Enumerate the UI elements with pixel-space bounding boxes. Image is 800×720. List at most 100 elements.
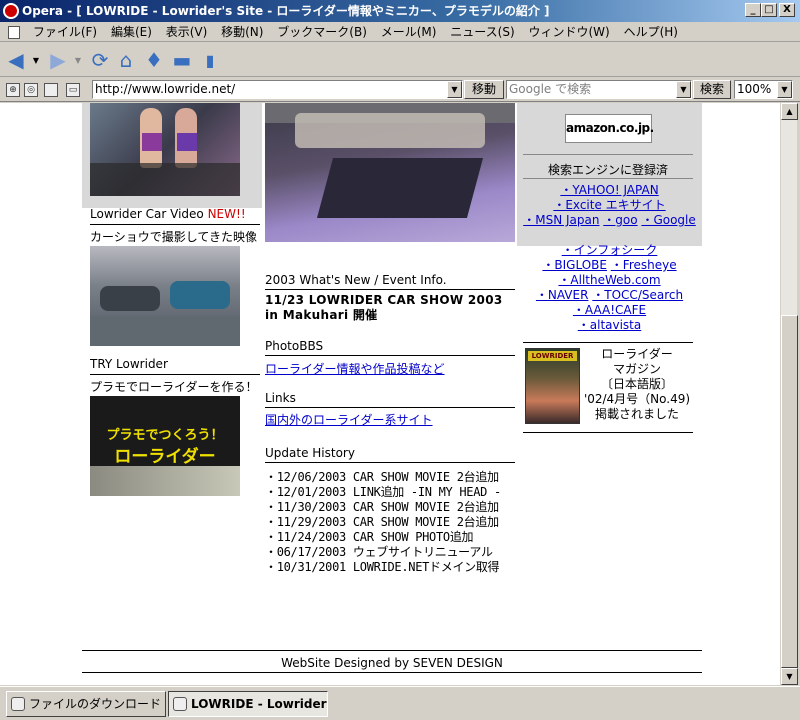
menu-bookmarks[interactable]: ブックマーク(B) <box>272 22 372 42</box>
opera-icon <box>3 3 19 19</box>
lock-icon[interactable]: ⊕ <box>6 83 20 97</box>
goo-link[interactable]: ・goo <box>603 213 637 227</box>
menu-edit[interactable]: 編集(E) <box>106 22 157 42</box>
car-show-photo[interactable] <box>90 103 240 196</box>
menu-bar: ファイル(F) 編集(E) 表示(V) 移動(N) ブックマーク(B) メール(… <box>0 22 800 42</box>
altavista-link[interactable]: ・altavista <box>578 318 642 332</box>
magazine-info: ローライダー マガジン 〔日本語版〕 '02/4月号（No.49) 掲載されまし… <box>582 347 692 422</box>
infoseek-link[interactable]: ・インフォシーク <box>562 243 658 257</box>
window-titlebar: Opera - [ LOWRIDE - Lowrider's Site - ロー… <box>0 0 800 22</box>
page-tab-bar: ファイルのダウンロード LOWRIDE - Lowrider'... <box>0 686 800 720</box>
car-video-thumbnail[interactable] <box>90 246 240 346</box>
divider <box>90 224 260 225</box>
magazine-cover-image[interactable]: LOWRIDER <box>525 348 580 424</box>
search-engine-dropdown-icon[interactable]: ▼ <box>676 81 691 98</box>
active-page-tab[interactable]: LOWRIDE - Lowrider'... <box>168 691 328 717</box>
amazon-logo[interactable]: amazon.co.jp. <box>565 114 654 143</box>
excite-link[interactable]: ・Excite エキサイト <box>553 198 665 212</box>
download-icon <box>11 697 25 711</box>
menu-view[interactable]: 表示(V) <box>161 22 213 42</box>
downloads-tab-label: ファイルのダウンロード <box>29 697 162 711</box>
forward-dropdown-icon[interactable]: ▼ <box>72 48 84 72</box>
scroll-down-icon[interactable]: ▼ <box>781 668 798 685</box>
url-dropdown-icon[interactable]: ▼ <box>447 81 462 98</box>
tocc-link[interactable]: ・TOCC/Search <box>592 288 683 302</box>
print-preview-icon[interactable]: ▭ <box>66 83 80 97</box>
video-heading-text: Lowrider Car Video <box>90 207 204 221</box>
try-heading: TRY Lowrider <box>90 357 168 371</box>
magazine-line: 掲載されました <box>594 407 679 421</box>
photobbs-heading: PhotoBBS <box>265 339 324 353</box>
go-button[interactable]: 移動 <box>464 80 504 99</box>
lowrider-banner-photo <box>265 103 515 242</box>
downloads-tab[interactable]: ファイルのダウンロード <box>6 691 166 717</box>
naver-link[interactable]: ・NAVER <box>536 288 589 302</box>
search-engine-heading: 検索エンジンに登録済 <box>547 163 668 177</box>
msn-link[interactable]: ・MSN Japan <box>523 213 599 227</box>
divider <box>523 178 693 179</box>
new-page-icon[interactable]: ▮ <box>198 48 222 72</box>
try-caption: プラモでローライダーを作る！ <box>90 380 258 394</box>
divider <box>265 355 515 356</box>
scroll-up-icon[interactable]: ▲ <box>781 103 798 120</box>
divider <box>265 407 515 408</box>
reload-icon[interactable]: ⟳ <box>88 48 112 72</box>
navigation-toolbar: ◀ ▼ ▶ ▼ ⟳ ⌂ ♦ ▬ ▮ <box>0 43 800 77</box>
search-input[interactable]: Google で検索 ▼ <box>506 80 692 99</box>
cookie-icon[interactable]: ◎ <box>24 83 38 97</box>
magazine-line: ローライダー <box>601 347 673 361</box>
promo-text-line2: ローライダー <box>114 447 216 467</box>
maximize-button[interactable]: □ <box>761 3 777 17</box>
vertical-scrollbar[interactable]: ▲ ▼ <box>780 103 798 685</box>
close-button[interactable]: X <box>779 3 795 17</box>
aaacafe-link[interactable]: ・AAA!CAFE <box>573 303 646 317</box>
model-kit-promo-image[interactable]: プラモでつくろう！ ローライダー <box>90 396 240 496</box>
print-icon[interactable]: ▬ <box>170 48 194 72</box>
menu-help[interactable]: ヘルプ(H) <box>619 22 683 42</box>
menu-mail[interactable]: メール(M) <box>376 22 442 42</box>
url-value: http://www.lowride.net/ <box>95 82 236 96</box>
event-title: 11/23 LOWRIDER CAR SHOW 2003 in Makuhari… <box>265 293 503 322</box>
active-tab-label: LOWRIDE - Lowrider'... <box>191 697 327 711</box>
footer-divider-top <box>82 650 702 651</box>
magazine-line: 〔日本語版〕 <box>600 377 673 391</box>
divider <box>523 154 693 155</box>
magazine-line: '02/4月号（No.49) <box>583 392 691 406</box>
zoom-select[interactable]: 100% ▼ <box>734 80 793 99</box>
menu-news[interactable]: ニュース(S) <box>445 22 519 42</box>
alltheweb-link[interactable]: ・AlltheWeb.com <box>558 273 660 287</box>
hotlist-icon[interactable]: ♦ <box>142 48 166 72</box>
menu-navigate[interactable]: 移動(N) <box>216 22 268 42</box>
divider <box>265 289 515 290</box>
magazine-cover-title: LOWRIDER <box>528 351 577 361</box>
links-heading: Links <box>265 391 296 405</box>
amazon-logo-text: amazon.co.jp. <box>566 121 654 135</box>
menu-file[interactable]: ファイル(F) <box>28 22 102 42</box>
home-icon[interactable]: ⌂ <box>114 48 138 72</box>
forward-icon[interactable]: ▶ <box>46 48 70 72</box>
zoom-value: 100% <box>737 82 772 96</box>
footer-divider-bottom <box>82 672 702 673</box>
zoom-dropdown-icon[interactable]: ▼ <box>777 81 792 98</box>
links-link[interactable]: 国内外のローライダー系サイト <box>265 411 433 428</box>
footer-credit: WebSite Designed by SEVEN DESIGN <box>281 656 503 670</box>
yahoo-link[interactable]: ・YAHOO! JAPAN <box>560 183 658 197</box>
url-field[interactable]: http://www.lowride.net/ ▼ <box>92 80 463 99</box>
fresheye-link[interactable]: ・Fresheye <box>611 258 677 272</box>
magazine-line: マガジン <box>612 362 661 376</box>
scroll-thumb[interactable] <box>781 315 798 668</box>
divider <box>265 462 515 463</box>
menu-window[interactable]: ウィンドウ(W) <box>524 22 615 42</box>
photobbs-link[interactable]: ローライダー情報や作品投稿など <box>265 360 445 377</box>
whatsnew-heading: 2003 What's New / Event Info. <box>265 273 447 287</box>
google-link[interactable]: ・Google <box>641 213 695 227</box>
back-icon[interactable]: ◀ <box>4 48 28 72</box>
divider <box>90 374 260 375</box>
video-heading: Lowrider Car Video NEW!! <box>90 207 246 221</box>
page-icon[interactable] <box>44 83 58 97</box>
search-button[interactable]: 検索 <box>693 80 731 99</box>
promo-text-line1: プラモでつくろう！ <box>106 428 224 443</box>
biglobe-link[interactable]: ・BIGLOBE <box>542 258 607 272</box>
back-dropdown-icon[interactable]: ▼ <box>30 48 42 72</box>
minimize-button[interactable]: _ <box>745 3 761 17</box>
